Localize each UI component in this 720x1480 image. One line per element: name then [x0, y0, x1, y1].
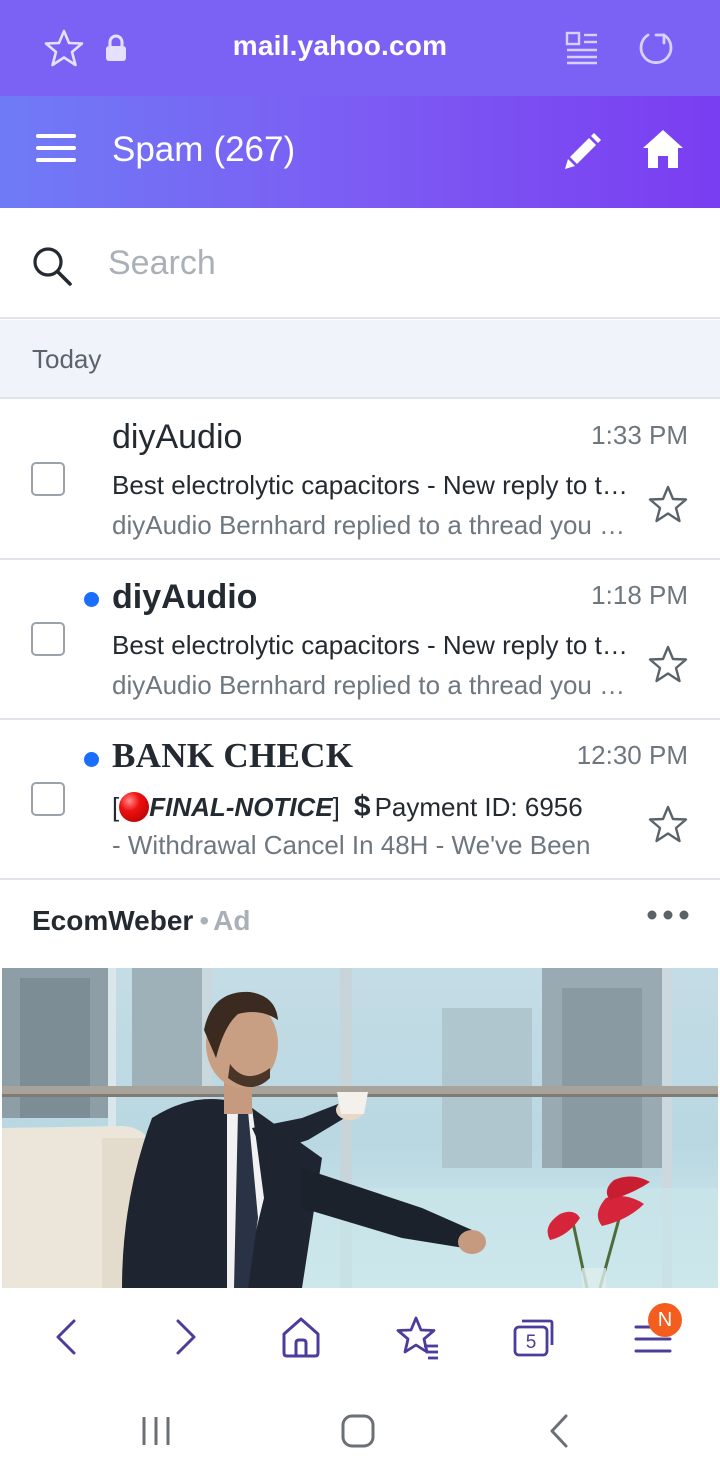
date-section-header: Today: [0, 320, 720, 399]
reader-mode-icon[interactable]: [564, 30, 600, 66]
ad-header: EcomWeber • Ad: [32, 905, 250, 937]
system-back-icon[interactable]: [540, 1411, 580, 1451]
tabs-icon[interactable]: 5: [510, 1313, 558, 1361]
ad-brand-name: EcomWeber: [32, 905, 194, 936]
folder-name: Spam: [112, 130, 204, 169]
hamburger-menu-icon[interactable]: [36, 134, 76, 168]
compose-pencil-icon[interactable]: [562, 130, 604, 172]
subject-bracket-open: [: [112, 792, 120, 822]
browser-url-bar: mail.yahoo.com: [0, 0, 720, 96]
bookmark-star-icon[interactable]: [44, 28, 84, 68]
back-icon[interactable]: [42, 1313, 90, 1361]
mail-header: Spam (267): [0, 96, 720, 208]
browser-bottom-nav: 5 N: [0, 1289, 720, 1381]
notification-badge: N: [648, 1303, 682, 1337]
message-checkbox[interactable]: [31, 622, 65, 656]
message-time: 1:18 PM: [591, 580, 688, 610]
sponsored-ad[interactable]: EcomWeber • Ad: [0, 881, 720, 1289]
unread-indicator: [84, 592, 99, 607]
message-row[interactable]: diyAudio 1:33 PM Best electrolytic capac…: [0, 400, 720, 560]
bookmarks-icon[interactable]: [394, 1313, 442, 1361]
message-sender: diyAudio: [112, 578, 258, 616]
search-input[interactable]: [108, 240, 668, 286]
recents-icon[interactable]: [136, 1411, 176, 1451]
message-sender: diyAudio: [112, 418, 243, 456]
folder-title: Spam (267): [112, 130, 295, 170]
home-button-icon[interactable]: [338, 1411, 378, 1451]
message-checkbox[interactable]: [31, 782, 65, 816]
more-options-icon[interactable]: [646, 909, 690, 921]
subject-rest: Payment ID: 6956: [374, 792, 583, 822]
message-row[interactable]: diyAudio 1:18 PM Best electrolytic capac…: [0, 560, 720, 720]
home-icon[interactable]: [277, 1313, 325, 1361]
message-sender: BANK CHECK: [112, 736, 354, 775]
tab-count: 5: [526, 1332, 537, 1353]
subject-bracket-close: ]: [332, 792, 340, 822]
message-checkbox[interactable]: [31, 462, 65, 496]
section-label: Today: [32, 344, 102, 374]
lock-icon[interactable]: [104, 34, 128, 62]
folder-count: (267): [213, 130, 296, 169]
forward-icon[interactable]: [162, 1313, 210, 1361]
search-bar: [0, 208, 720, 319]
star-outline-icon[interactable]: [648, 804, 688, 844]
star-outline-icon[interactable]: [648, 644, 688, 684]
home-icon[interactable]: [640, 126, 686, 172]
message-time: 12:30 PM: [576, 740, 688, 770]
ad-photo-illustration: [2, 968, 718, 1288]
dollar-sign-icon: $: [353, 790, 371, 823]
message-subject: [ FINAL-NOTICE] $ Payment ID: 6956: [112, 790, 628, 824]
star-outline-icon[interactable]: [648, 484, 688, 524]
red-circle-emoji-icon: [119, 792, 150, 822]
reload-icon[interactable]: [636, 28, 676, 68]
message-time: 1:33 PM: [591, 420, 688, 450]
ad-label: Ad: [213, 905, 251, 936]
ad-image[interactable]: [2, 968, 718, 1288]
ad-separator: •: [199, 905, 210, 936]
message-preview: diyAudio Bernhard replied to a thread yo…: [112, 670, 628, 700]
url-text[interactable]: mail.yahoo.com: [160, 30, 520, 62]
search-icon[interactable]: [30, 244, 74, 288]
system-nav-bar: [0, 1381, 720, 1480]
message-subject: Best electrolytic capacitors - New reply…: [112, 470, 628, 500]
unread-indicator: [84, 752, 99, 767]
message-preview: diyAudio Bernhard replied to a thread yo…: [112, 510, 628, 540]
message-row[interactable]: BANK CHECK 12:30 PM [ FINAL-NOTICE] $ Payme…: [0, 720, 720, 880]
message-preview: - Withdrawal Cancel In 48H - We've Been: [112, 830, 591, 860]
subject-emphasis: FINAL-NOTICE: [149, 792, 333, 822]
message-subject: Best electrolytic capacitors - New reply…: [112, 630, 628, 660]
